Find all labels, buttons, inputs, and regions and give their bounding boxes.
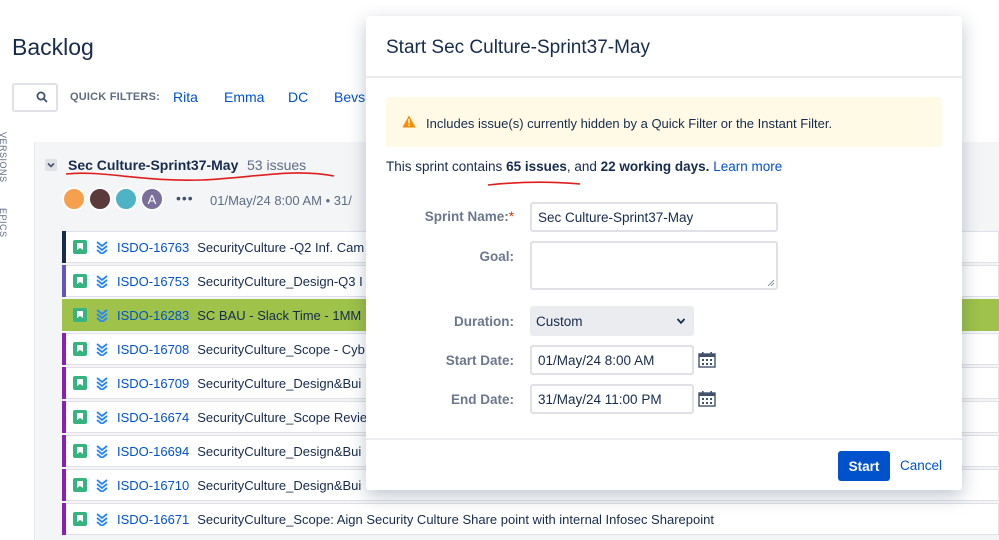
duration-value: Custom (536, 313, 583, 329)
more-icon[interactable]: ••• (176, 190, 194, 206)
issue-key[interactable]: ISDO-16674 (117, 410, 189, 425)
epic-color-bar (62, 367, 66, 399)
divider (366, 438, 962, 440)
chevron-down-icon[interactable] (45, 159, 57, 171)
issue-summary: SecurityCulture -Q2 Inf. Cam (197, 239, 365, 255)
cancel-button[interactable]: Cancel (900, 458, 942, 473)
issue-summary: SecurityCulture_Scope - Cyb (197, 341, 365, 357)
start-date-field[interactable]: 01/May/24 8:00 AM (530, 345, 694, 375)
epic-color-bar (62, 435, 66, 467)
priority-lowest-icon (96, 445, 108, 458)
issue-key[interactable]: ISDO-16671 (117, 512, 189, 527)
end-date-field[interactable]: 31/May/24 11:00 PM (530, 384, 694, 414)
side-tab-epics[interactable]: EPICS (0, 208, 8, 238)
issue-summary: SecurityCulture_Scope: Aign Security Cul… (197, 511, 714, 527)
info-issue-count: 65 issues (506, 159, 567, 174)
dialog-title: Start Sec Culture-Sprint37-May (386, 37, 650, 58)
issue-key[interactable]: ISDO-16709 (117, 376, 189, 391)
end-date-label: End Date: (450, 392, 514, 407)
priority-lowest-icon (96, 479, 108, 492)
epic-color-bar (62, 333, 66, 365)
page-title: Backlog (12, 34, 94, 60)
start-sprint-dialog: Start Sec Culture-Sprint37-May Includes … (366, 16, 962, 490)
goal-label: Goal: (479, 249, 514, 264)
avatar[interactable]: A (140, 187, 164, 211)
annotation-underline (65, 172, 335, 182)
info-middle: , and (566, 159, 601, 174)
chevron-down-icon (676, 318, 686, 325)
info-working-days: 22 working days. (600, 159, 710, 174)
info-prefix: This sprint contains (386, 159, 507, 174)
side-tabs: VERSIONS EPICS (0, 128, 14, 540)
issue-summary: SecurityCulture_Scope Revie (197, 409, 368, 425)
sprint-name-label-text: Sprint Name: (424, 209, 509, 224)
issue-summary: SecurityCulture_Design&Bui (197, 375, 362, 391)
sprint-dates: 01/May/24 8:00 AM • 31/ (210, 193, 352, 208)
warning-icon (402, 115, 416, 128)
sprint-info: This sprint contains 65 issues, and 22 w… (386, 159, 782, 174)
issue-summary: SecurityCulture_Design-Q3 I (197, 273, 363, 289)
epic-color-bar (62, 299, 66, 331)
epic-color-bar (62, 401, 66, 433)
priority-lowest-icon (96, 241, 108, 254)
issue-summary: SecurityCulture_Design&Bui (197, 443, 362, 459)
sprint-name-label: Sprint Name:* (354, 209, 514, 224)
issue-key[interactable]: ISDO-16708 (117, 342, 189, 357)
priority-lowest-icon (96, 343, 108, 356)
story-icon (73, 410, 87, 424)
priority-lowest-icon (96, 513, 108, 526)
story-icon (73, 478, 87, 492)
issue-key[interactable]: ISDO-16763 (117, 240, 189, 255)
annotation-underline (487, 181, 581, 186)
issue-key[interactable]: ISDO-16710 (117, 478, 189, 493)
learn-more-link[interactable]: Learn more (713, 159, 782, 174)
story-icon (73, 444, 87, 458)
side-tab-versions[interactable]: VERSIONS (0, 132, 8, 183)
quick-filter-rita[interactable]: Rita (173, 89, 198, 105)
quick-filters-label: QUICK FILTERS: (70, 91, 160, 103)
sprint-name-field[interactable]: Sec Culture-Sprint37-May (530, 202, 778, 232)
epic-color-bar (62, 469, 66, 501)
story-icon (73, 274, 87, 288)
story-icon (73, 240, 87, 254)
story-icon (73, 342, 87, 356)
avatar[interactable] (114, 187, 138, 211)
priority-lowest-icon (96, 309, 108, 322)
quick-filter-bevs[interactable]: Bevs (334, 89, 365, 105)
avatar[interactable] (88, 187, 112, 211)
issue-row[interactable]: ISDO-16671 SecurityCulture_Scope: Aign Se… (62, 503, 999, 535)
duration-label: Duration: (454, 314, 514, 329)
epic-color-bar (62, 503, 66, 535)
warning-text: Includes issue(s) currently hidden by a … (426, 116, 833, 131)
warning-banner: Includes issue(s) currently hidden by a … (386, 97, 942, 147)
story-icon (73, 512, 87, 526)
issue-summary: SC BAU - Slack Time - 1MM (197, 307, 362, 323)
goal-field[interactable] (530, 241, 778, 290)
duration-select[interactable]: Custom (530, 306, 694, 336)
quick-filter-emma[interactable]: Emma (224, 89, 264, 105)
resize-handle-icon[interactable] (767, 279, 774, 286)
avatar[interactable] (62, 187, 86, 211)
calendar-icon[interactable] (698, 391, 716, 407)
issue-key[interactable]: ISDO-16283 (117, 308, 189, 323)
epic-color-bar (62, 265, 66, 297)
required-marker: * (508, 209, 514, 224)
divider (366, 76, 962, 78)
issue-key[interactable]: ISDO-16753 (117, 274, 189, 289)
priority-lowest-icon (96, 275, 108, 288)
search-icon (36, 91, 48, 103)
issue-key[interactable]: ISDO-16694 (117, 444, 189, 459)
epic-color-bar (62, 231, 66, 263)
issue-summary: SecurityCulture_Design&Bui (197, 477, 362, 493)
search-input[interactable] (12, 83, 58, 112)
story-icon (73, 308, 87, 322)
quick-filter-dc[interactable]: DC (288, 89, 308, 105)
calendar-icon[interactable] (698, 352, 716, 368)
priority-lowest-icon (96, 411, 108, 424)
start-button[interactable]: Start (838, 451, 890, 481)
start-date-label: Start Date: (445, 353, 514, 368)
story-icon (73, 376, 87, 390)
priority-lowest-icon (96, 377, 108, 390)
